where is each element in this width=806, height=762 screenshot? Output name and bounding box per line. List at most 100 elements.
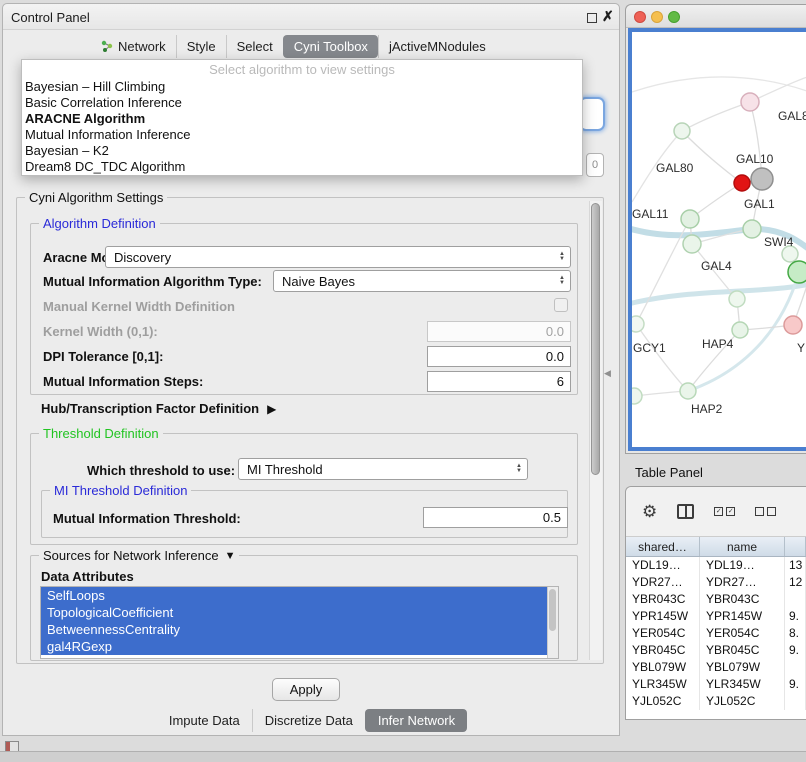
network-node[interactable] xyxy=(734,175,750,191)
table-row[interactable]: YER054CYER054C8. xyxy=(626,625,806,642)
list-item-selected[interactable]: gal4RGexp xyxy=(41,638,547,655)
deselect-all-checkboxes-icon[interactable] xyxy=(755,507,776,516)
tab-label: jActiveMNodules xyxy=(389,39,486,54)
network-edge xyxy=(682,102,750,131)
table-row[interactable]: YDR27…YDR27…12 xyxy=(626,574,806,591)
aracne-mode-select[interactable]: Discovery ▲▼ xyxy=(105,246,571,268)
network-edge xyxy=(682,131,742,183)
network-node[interactable] xyxy=(681,210,699,228)
tab-discretize-data[interactable]: Discretize Data xyxy=(252,709,365,732)
kernel-width-label: Kernel Width (0,1): xyxy=(43,324,158,339)
float-window-icon[interactable] xyxy=(587,13,597,23)
which-threshold-label: Which threshold to use: xyxy=(87,463,235,478)
table-row[interactable]: YLR345WYLR345W9. xyxy=(626,676,806,693)
network-node[interactable] xyxy=(743,220,761,238)
control-panel-window: Control Panel ✗ Network Style Select Cyn… xyxy=(2,3,620,736)
columns-icon[interactable] xyxy=(677,504,694,519)
table-row[interactable]: YDL19…YDL19…13 xyxy=(626,557,806,574)
network-node[interactable] xyxy=(632,316,644,332)
network-node[interactable] xyxy=(741,93,759,111)
network-node-label: GAL1 xyxy=(744,197,775,211)
table-cell: 9. xyxy=(785,676,806,693)
network-node[interactable] xyxy=(784,316,802,334)
table-body: YDL19…YDL19…13YDR27…YDR27…12YBR043CYBR04… xyxy=(626,557,806,719)
algorithm-option[interactable]: Mutual Information Inference xyxy=(22,127,582,143)
tab-cyni-toolbox[interactable]: Cyni Toolbox xyxy=(283,35,378,58)
algorithm-dropdown-list: Select algorithm to view settings Bayesi… xyxy=(21,59,583,176)
tab-impute-data[interactable]: Impute Data xyxy=(157,709,252,732)
close-window-icon[interactable]: ✗ xyxy=(602,8,614,25)
table-cell xyxy=(785,693,806,710)
list-scrollbar-thumb[interactable] xyxy=(549,589,556,631)
gear-icon[interactable]: ⚙ xyxy=(642,502,657,522)
column-header[interactable]: name xyxy=(700,537,785,556)
table-cell: YER054C xyxy=(700,625,785,642)
algorithm-option[interactable]: Bayesian – K2 xyxy=(22,143,582,159)
tab-style[interactable]: Style xyxy=(176,35,226,58)
algorithm-option-selected[interactable]: ARACNE Algorithm xyxy=(22,111,582,127)
list-item-selected[interactable]: BetweennessCentrality xyxy=(41,621,547,638)
table-row[interactable]: YBR043CYBR043C xyxy=(626,591,806,608)
settings-scrollbar[interactable] xyxy=(589,201,602,660)
network-node[interactable] xyxy=(683,235,701,253)
network-node[interactable] xyxy=(732,322,748,338)
settings-scrollbar-thumb[interactable] xyxy=(591,203,600,475)
mi-threshold-field[interactable]: 0.5 xyxy=(423,507,568,528)
list-item-selected[interactable]: SelfLoops xyxy=(41,587,547,604)
data-attributes-list[interactable]: SelfLoops TopologicalCoefficient Between… xyxy=(40,586,559,659)
mi-algorithm-type-label: Mutual Information Algorithm Type: xyxy=(43,274,262,289)
mi-steps-label: Mutual Information Steps: xyxy=(43,374,203,389)
table-row[interactable]: YBL079WYBL079W xyxy=(626,659,806,676)
splitter-collapse-icon[interactable]: ◀ xyxy=(604,368,611,379)
tab-label: Style xyxy=(187,39,216,54)
mi-steps-field[interactable]: 6 xyxy=(427,371,571,392)
table-cell: YBR045C xyxy=(626,642,700,659)
collapse-arrow-icon[interactable]: ▼ xyxy=(225,550,236,562)
mac-zoom-button[interactable] xyxy=(668,11,680,23)
select-all-checkboxes-icon[interactable]: ✓✓ xyxy=(714,507,735,516)
mac-close-button[interactable] xyxy=(634,11,646,23)
mi-algorithm-type-select[interactable]: Naive Bayes ▲▼ xyxy=(273,270,571,292)
network-node[interactable] xyxy=(680,383,696,399)
network-node[interactable] xyxy=(788,261,806,283)
manual-kernel-width-label: Manual Kernel Width Definition xyxy=(43,299,235,314)
window-title: Control Panel xyxy=(11,10,90,25)
network-canvas[interactable]: GAL8GAL80GAL10GAL11GAL1SWI4GAL4GCY1HAP4Y… xyxy=(628,28,806,451)
tab-select[interactable]: Select xyxy=(226,35,283,58)
network-node[interactable] xyxy=(674,123,690,139)
network-node[interactable] xyxy=(729,291,745,307)
tab-jactivemnodules[interactable]: jActiveMNodules xyxy=(378,35,496,58)
network-node-label: GAL10 xyxy=(736,152,774,166)
table-cell: YDR27… xyxy=(700,574,785,591)
network-node-label: GAL8 xyxy=(778,109,806,123)
list-scrollbar[interactable] xyxy=(547,587,558,658)
hub-transcription-factor-section[interactable]: Hub/Transcription Factor Definition ▶ xyxy=(41,401,276,416)
threshold-definition-title: Threshold Definition xyxy=(39,426,163,441)
table-header-row: shared… name xyxy=(626,537,806,557)
tab-network[interactable]: Network xyxy=(91,35,176,58)
table-row[interactable]: YPR145WYPR145W9. xyxy=(626,608,806,625)
algorithm-option[interactable]: Bayesian – Hill Climbing xyxy=(22,79,582,95)
algorithm-option[interactable]: Basic Correlation Inference xyxy=(22,95,582,111)
apply-button[interactable]: Apply xyxy=(272,678,340,701)
network-node[interactable] xyxy=(632,388,642,404)
sources-group-title[interactable]: Sources for Network Inference ▼ xyxy=(39,548,239,563)
network-node[interactable] xyxy=(751,168,773,190)
algorithm-option[interactable]: Dream8 DC_TDC Algorithm xyxy=(22,159,582,175)
expand-arrow-icon[interactable]: ▶ xyxy=(267,402,276,416)
tab-label: Cyni Toolbox xyxy=(294,39,368,54)
tab-infer-network[interactable]: Infer Network xyxy=(365,709,467,732)
algorithm-definition-title: Algorithm Definition xyxy=(39,216,160,231)
table-cell: 8. xyxy=(785,625,806,642)
table-row[interactable]: YJL052CYJL052C xyxy=(626,693,806,710)
table-cell: 9. xyxy=(785,642,806,659)
table-row[interactable]: YBR045CYBR045C9. xyxy=(626,642,806,659)
mac-minimize-button[interactable] xyxy=(651,11,663,23)
kernel-width-field[interactable]: 0.0 xyxy=(427,321,571,342)
column-header[interactable]: shared… xyxy=(626,537,700,556)
manual-kernel-width-checkbox[interactable] xyxy=(554,298,568,312)
list-item-selected[interactable]: TopologicalCoefficient xyxy=(41,604,547,621)
column-header[interactable] xyxy=(785,537,806,556)
dpi-tolerance-field[interactable]: 0.0 xyxy=(427,346,571,367)
which-threshold-select[interactable]: MI Threshold ▲▼ xyxy=(238,458,528,480)
